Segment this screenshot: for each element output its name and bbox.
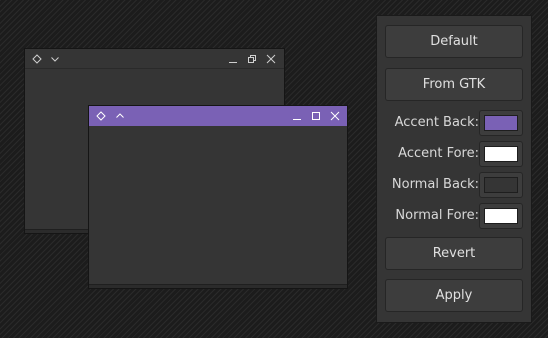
diamond-icon[interactable] (94, 106, 108, 126)
active-titlebar[interactable] (89, 106, 347, 126)
restore-icon[interactable] (245, 49, 259, 69)
close-icon[interactable] (264, 49, 278, 69)
inactive-titlebar[interactable] (25, 49, 284, 69)
accent-fore-label: Accent Fore: (398, 146, 479, 161)
normal-fore-label: Normal Fore: (395, 208, 479, 223)
minimize-icon[interactable] (226, 49, 240, 69)
accent-back-swatch (484, 115, 518, 131)
chevron-down-icon[interactable] (48, 49, 62, 69)
active-window-bottom-edge (89, 284, 347, 288)
accent-back-row: Accent Back: (383, 110, 523, 136)
accent-fore-swatch (484, 146, 518, 162)
apply-button[interactable]: Apply (385, 279, 523, 312)
maximize-icon[interactable] (309, 106, 323, 126)
accent-back-color-button[interactable] (479, 110, 523, 136)
active-preview-window (88, 105, 348, 289)
normal-back-label: Normal Back: (391, 177, 479, 192)
normal-fore-color-button[interactable] (479, 203, 523, 229)
default-button[interactable]: Default (385, 25, 523, 58)
diamond-icon[interactable] (30, 49, 44, 69)
chevron-up-icon[interactable] (113, 106, 127, 126)
normal-fore-swatch (484, 208, 518, 224)
revert-button[interactable]: Revert (385, 237, 523, 270)
normal-fore-row: Normal Fore: (383, 203, 523, 229)
color-settings-panel: Default From GTK Accent Back: Accent For… (376, 15, 532, 323)
normal-back-color-button[interactable] (479, 172, 523, 198)
normal-back-row: Normal Back: (383, 172, 523, 198)
normal-back-swatch (484, 177, 518, 193)
close-icon[interactable] (328, 106, 342, 126)
minimize-icon[interactable] (290, 106, 304, 126)
from-gtk-button[interactable]: From GTK (385, 68, 523, 101)
accent-fore-row: Accent Fore: (383, 141, 523, 167)
accent-back-label: Accent Back: (394, 115, 479, 130)
accent-fore-color-button[interactable] (479, 141, 523, 167)
